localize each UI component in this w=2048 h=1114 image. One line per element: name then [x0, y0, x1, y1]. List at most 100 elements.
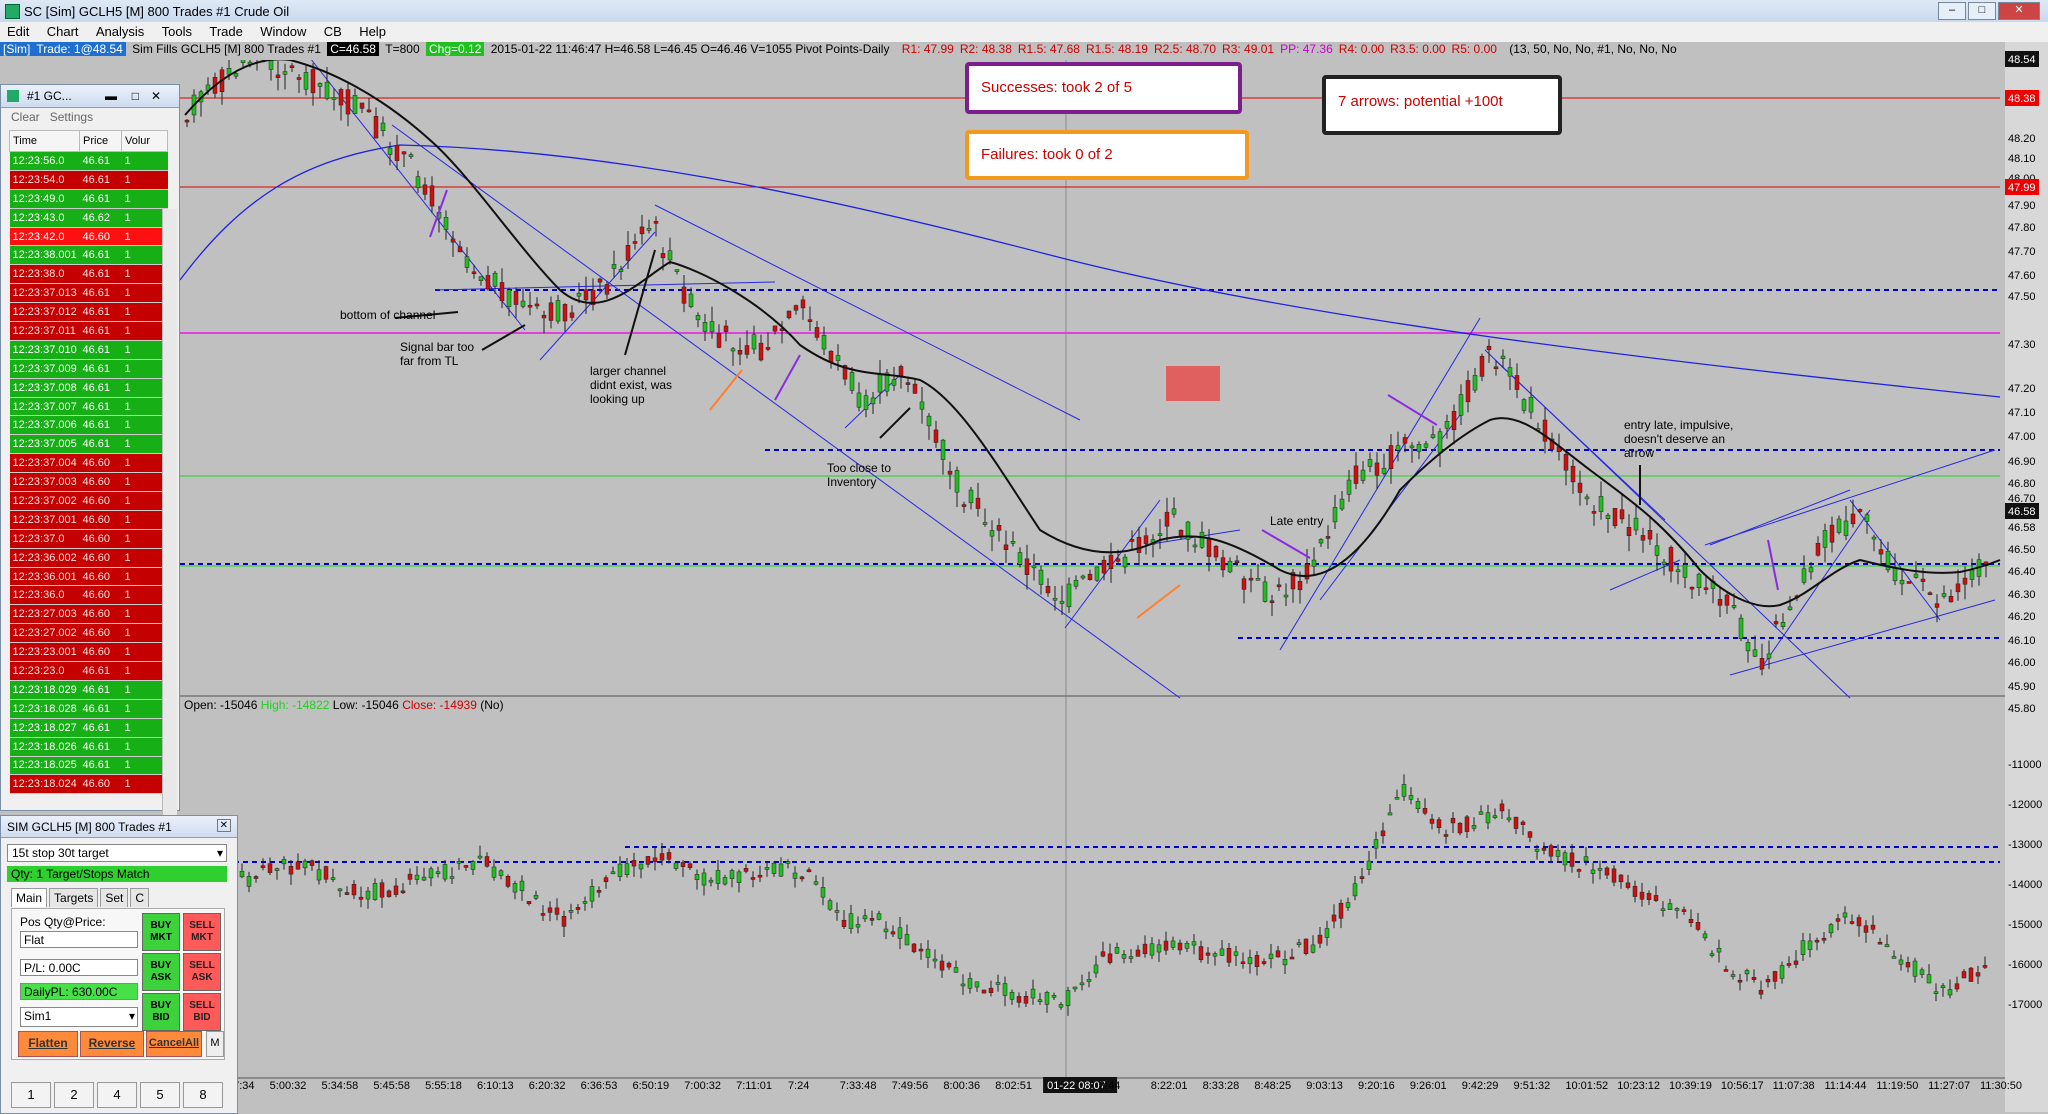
candle-body	[834, 910, 840, 913]
settings-button[interactable]: Settings	[50, 110, 93, 124]
candle-body	[1675, 569, 1681, 573]
row-time: 12:23:37.004	[9, 453, 80, 474]
candle-body	[793, 305, 799, 311]
tab-main[interactable]: Main	[11, 888, 48, 907]
menu-cb[interactable]: CB	[317, 22, 349, 41]
maximize-button[interactable]: □	[1968, 2, 1996, 20]
qty-button-8[interactable]: 8	[183, 1082, 223, 1108]
menu-tools[interactable]: Tools	[155, 22, 199, 41]
tab-c[interactable]: C	[130, 888, 150, 907]
tsales-minimize-icon[interactable]: ▬	[105, 89, 117, 103]
menu-analysis[interactable]: Analysis	[89, 22, 151, 41]
candle-body	[1695, 922, 1701, 930]
tsales-scrollbar[interactable]	[162, 209, 177, 872]
tsales-row: 12:23:37.008 46.61 1	[9, 378, 168, 398]
tsales-row: 12:23:37.003 46.60 1	[9, 472, 168, 493]
candle-body	[849, 372, 855, 391]
candle-body	[891, 379, 897, 386]
candle-body	[1430, 434, 1436, 438]
sell-ask-button[interactable]: SELL ASK	[183, 953, 221, 991]
buy-bid-button[interactable]: BUY BID	[142, 993, 180, 1031]
candle-body	[919, 401, 925, 410]
col-time[interactable]: Time	[9, 130, 80, 152]
col-volume[interactable]: Volur	[121, 130, 168, 152]
tsales-row: 12:23:37.010 46.61 1	[9, 340, 168, 360]
row-volume: 1	[121, 510, 168, 530]
sell-bid-button[interactable]: SELL BID	[183, 993, 221, 1031]
candle-body	[961, 504, 967, 507]
candle-body	[1492, 815, 1498, 819]
candle-body	[1429, 818, 1435, 824]
tsales-maximize-icon[interactable]: □	[132, 89, 139, 103]
candle-body	[1892, 567, 1898, 582]
candle-body	[1948, 596, 1954, 603]
candle-body	[1912, 960, 1918, 977]
candle-body	[1136, 536, 1142, 553]
row-volume: 1	[121, 340, 168, 360]
candle-body	[1738, 617, 1744, 639]
buy-ask-button[interactable]: BUY ASK	[142, 953, 180, 991]
candle-body	[800, 299, 806, 309]
candle-body	[1898, 959, 1904, 965]
tsales-row: 12:23:36.0 46.60 1	[9, 585, 168, 606]
candle-body	[1961, 971, 1967, 979]
buy-market-button[interactable]: BUY MKT	[142, 913, 180, 951]
menu-help[interactable]: Help	[352, 22, 393, 41]
highlight-box	[1166, 366, 1220, 401]
candle-body	[1422, 808, 1428, 814]
time-axis-label: 8:00:36	[943, 1080, 980, 1092]
clear-button[interactable]: Clear	[11, 110, 40, 124]
candle-body	[1787, 606, 1793, 611]
flatten-button[interactable]: Flatten	[18, 1031, 78, 1057]
col-price[interactable]: Price	[79, 130, 122, 152]
tsales-row: 12:23:18.027 46.61 1	[9, 718, 168, 738]
candle-body	[541, 314, 547, 319]
tab-targets[interactable]: Targets	[49, 888, 99, 907]
candle-body	[813, 881, 819, 885]
sell-market-button[interactable]: SELL MKT	[183, 913, 221, 951]
m-button[interactable]: M	[206, 1031, 224, 1057]
candle-body	[1493, 366, 1499, 370]
label-late-entry: Late entry	[1270, 514, 1324, 528]
pivot-level: R2.5: 48.70	[1153, 42, 1217, 56]
menu-trade[interactable]: Trade	[202, 22, 249, 41]
trade-window-close-icon[interactable]: ✕	[216, 819, 231, 832]
menu-window[interactable]: Window	[253, 22, 313, 41]
candle-body	[771, 862, 777, 874]
price-chart[interactable]: 48.5448.3848.2048.1048.0047.9947.9047.80…	[0, 42, 2048, 1112]
candle-body	[1821, 937, 1827, 941]
time-axis-label: 5:00:32	[270, 1080, 307, 1092]
close-button[interactable]: ✕	[1998, 2, 2040, 20]
cancel-all-button[interactable]: CancelAll	[146, 1031, 202, 1057]
candle-body	[1808, 567, 1814, 573]
qty-button-4[interactable]: 4	[97, 1082, 137, 1108]
candle-body	[897, 927, 903, 939]
qty-button-2[interactable]: 2	[54, 1082, 94, 1108]
minimize-button[interactable]: –	[1938, 2, 1966, 20]
candle-body	[995, 982, 1001, 985]
menu-edit[interactable]: Edit	[0, 22, 36, 41]
row-volume: 1	[121, 151, 168, 171]
candle-body	[1003, 544, 1009, 550]
candle-body	[246, 876, 252, 887]
candle-body	[1801, 568, 1807, 583]
tsales-close-icon[interactable]: ✕	[151, 89, 161, 103]
candle-body	[1598, 496, 1604, 512]
candle-body	[1402, 437, 1408, 444]
candle-body	[1086, 979, 1092, 982]
account-select[interactable]: Sim1 ▾	[20, 1007, 138, 1027]
strategy-select[interactable]: 15t stop 30t target ▾	[7, 844, 227, 862]
candle-body	[1121, 954, 1127, 959]
row-price: 46.61	[79, 264, 122, 285]
candle-body	[1303, 938, 1309, 954]
pivot-level: R3.5: 0.00	[1390, 42, 1446, 56]
candle-body	[933, 429, 939, 443]
candle-body	[1352, 883, 1358, 897]
candle-body	[1955, 583, 1961, 593]
qty-button-5[interactable]: 5	[140, 1082, 180, 1108]
reverse-button[interactable]: Reverse	[80, 1031, 144, 1057]
qty-button-1[interactable]: 1	[11, 1082, 51, 1108]
menu-chart[interactable]: Chart	[40, 22, 86, 41]
candle-body	[1835, 918, 1841, 922]
tab-set[interactable]: Set	[100, 888, 129, 907]
